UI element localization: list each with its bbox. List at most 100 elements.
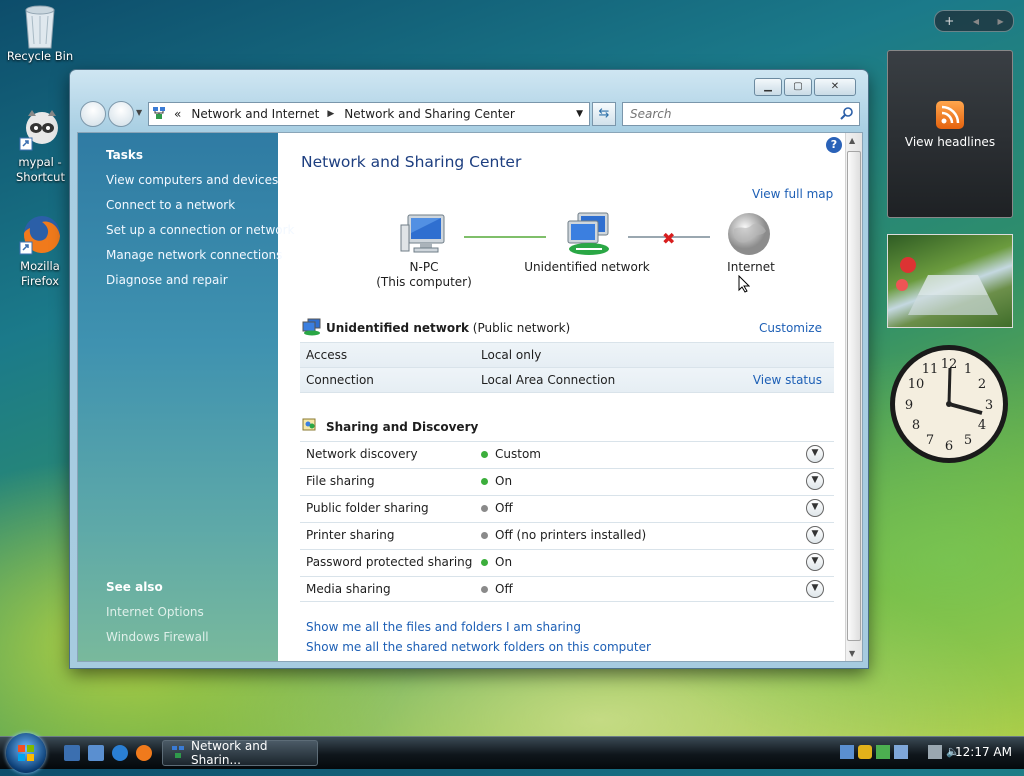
add-gadget-icon[interactable]: + (944, 14, 954, 28)
expand-chevron-icon[interactable]: ▼ (806, 445, 824, 463)
scroll-up-icon[interactable]: ▲ (849, 136, 855, 145)
desktop-icon-label: Recycle Bin (6, 49, 74, 63)
desktop-icon-mypal[interactable]: mypal - Shortcut (0, 108, 80, 185)
taskbar-button-label: Network and Sharin... (191, 739, 268, 767)
link-show-shared-files[interactable]: Show me all the files and folders I am s… (306, 620, 581, 634)
tray-tool-icon[interactable] (894, 745, 908, 759)
clock-number: 8 (912, 418, 920, 433)
row-key: File sharing (306, 474, 375, 488)
view-status-link[interactable]: View status (753, 373, 822, 387)
status-on-icon (481, 450, 488, 458)
row-value: Off (no printers installed) (495, 528, 647, 542)
recent-pages-chevron-icon[interactable]: ▼ (136, 108, 142, 117)
row-value: On (495, 474, 513, 488)
network-label: Unidentified network (524, 260, 650, 274)
scrollbar-thumb[interactable] (847, 151, 861, 641)
network-tray-icon[interactable] (928, 745, 942, 759)
task-setup-connection[interactable]: Set up a connection or network (106, 223, 294, 237)
tray-device-icon[interactable] (876, 745, 890, 759)
show-desktop-icon[interactable] (64, 745, 80, 761)
link-show-shared-folders[interactable]: Show me all the shared network folders o… (306, 640, 651, 654)
expand-chevron-icon[interactable]: ▼ (806, 580, 824, 598)
internet-explorer-icon[interactable] (112, 745, 128, 761)
scroll-down-icon[interactable]: ▼ (849, 649, 855, 658)
breadcrumb-network-sharing-center[interactable]: Network and Sharing Center (344, 107, 515, 121)
task-diagnose-repair[interactable]: Diagnose and repair (106, 273, 228, 287)
feed-gadget-label: View headlines (904, 135, 996, 149)
clock-gadget[interactable]: 12 1 2 3 4 5 6 7 8 9 10 11 (886, 343, 1012, 465)
expand-chevron-icon[interactable]: ▼ (806, 553, 824, 571)
breadcrumb-separator-icon[interactable]: ▶ (327, 109, 334, 119)
status-on-icon (481, 477, 488, 485)
clock-number: 7 (926, 433, 934, 448)
clock-minute-hand (947, 367, 952, 405)
refresh-button[interactable]: ⇆ (592, 102, 616, 126)
clock-number: 3 (985, 398, 993, 413)
see-also-header: See also (106, 580, 163, 594)
clock-number: 6 (945, 439, 953, 454)
maximize-button[interactable]: ▢ (784, 78, 812, 96)
sharing-row-printer: Printer sharing Off (no printers install… (300, 522, 834, 547)
address-bar[interactable]: « Network and Internet ▶ Network and Sha… (148, 102, 590, 126)
row-value: Local only (481, 348, 542, 362)
expand-chevron-icon[interactable]: ▼ (806, 499, 824, 517)
expand-chevron-icon[interactable]: ▼ (806, 526, 824, 544)
firefox-quicklaunch-icon[interactable] (136, 745, 152, 761)
prev-gadget-icon[interactable]: ◀ (973, 17, 979, 26)
network-name: Unidentified network (326, 321, 469, 335)
link-windows-firewall[interactable]: Windows Firewall (106, 630, 209, 644)
forward-button[interactable] (108, 101, 134, 127)
desktop-icon-label: mypal - Shortcut (16, 155, 65, 184)
status-off-icon (481, 504, 488, 512)
taskbar-button-network-sharing[interactable]: Network and Sharin... (162, 739, 318, 767)
clock-number: 9 (905, 398, 913, 413)
vertical-scrollbar[interactable]: ▲ ▼ (845, 133, 862, 661)
expand-chevron-icon[interactable]: ▼ (806, 472, 824, 490)
help-icon[interactable]: ? (826, 137, 842, 153)
link-internet-options[interactable]: Internet Options (106, 605, 204, 619)
search-input[interactable] (628, 106, 832, 122)
minimize-button[interactable]: ▁ (754, 78, 782, 96)
caption-buttons: ▁ ▢ ✕ (754, 78, 856, 96)
slideshow-gadget[interactable] (887, 234, 1013, 328)
address-dropdown-icon[interactable]: ▼ (576, 109, 583, 119)
view-full-map-link[interactable]: View full map (752, 187, 833, 201)
breadcrumb-overflow[interactable]: « (174, 107, 181, 121)
status-off-icon (481, 531, 488, 539)
back-button[interactable] (80, 101, 106, 127)
network-folder-icon (152, 106, 166, 123)
feed-headlines-gadget[interactable]: View headlines (887, 50, 1013, 218)
internet-globe-icon[interactable] (726, 211, 772, 260)
internet-label: Internet (727, 260, 775, 274)
security-shield-icon[interactable] (858, 745, 872, 759)
search-icon[interactable] (840, 106, 854, 123)
row-value: Off (495, 501, 513, 515)
task-view-computers[interactable]: View computers and devices (106, 173, 278, 187)
task-manage-connections[interactable]: Manage network connections (106, 248, 282, 262)
desktop-icon-firefox[interactable]: Mozilla Firefox (0, 212, 80, 289)
page-title: Network and Sharing Center (301, 153, 522, 171)
customize-link[interactable]: Customize (759, 321, 822, 335)
breadcrumb-network-and-internet[interactable]: Network and Internet (191, 107, 319, 121)
row-value: Off (495, 582, 513, 596)
switch-windows-icon[interactable] (88, 745, 104, 761)
taskbar-clock[interactable]: 12:17 AM (955, 745, 1012, 759)
task-connect-network[interactable]: Connect to a network (106, 198, 235, 212)
tray-app-icon[interactable] (840, 745, 854, 759)
network-sharing-window: ▁ ▢ ✕ ▼ « Network and Internet ▶ Network… (70, 70, 868, 668)
sharing-row-password: Password protected sharing On ▼ (300, 549, 834, 574)
next-gadget-icon[interactable]: ▶ (998, 17, 1004, 26)
computer-icon[interactable] (400, 213, 448, 258)
connection-error-icon[interactable]: ✖ (662, 229, 675, 248)
computer-label: N-PC (This computer) (354, 260, 494, 290)
refresh-icon: ⇆ (598, 106, 610, 121)
start-button[interactable] (6, 733, 46, 773)
close-button[interactable]: ✕ (814, 78, 856, 96)
row-value: On (495, 555, 513, 569)
task-pane: Tasks View computers and devices Connect… (78, 133, 294, 661)
row-key: Network discovery (306, 447, 418, 461)
network-icon[interactable] (564, 211, 614, 260)
desktop-icon-recycle-bin[interactable]: Recycle Bin (0, 2, 80, 64)
network-row-access: Access Local only (300, 342, 834, 367)
sharing-row-network-discovery: Network discovery Custom ▼ (300, 441, 834, 466)
